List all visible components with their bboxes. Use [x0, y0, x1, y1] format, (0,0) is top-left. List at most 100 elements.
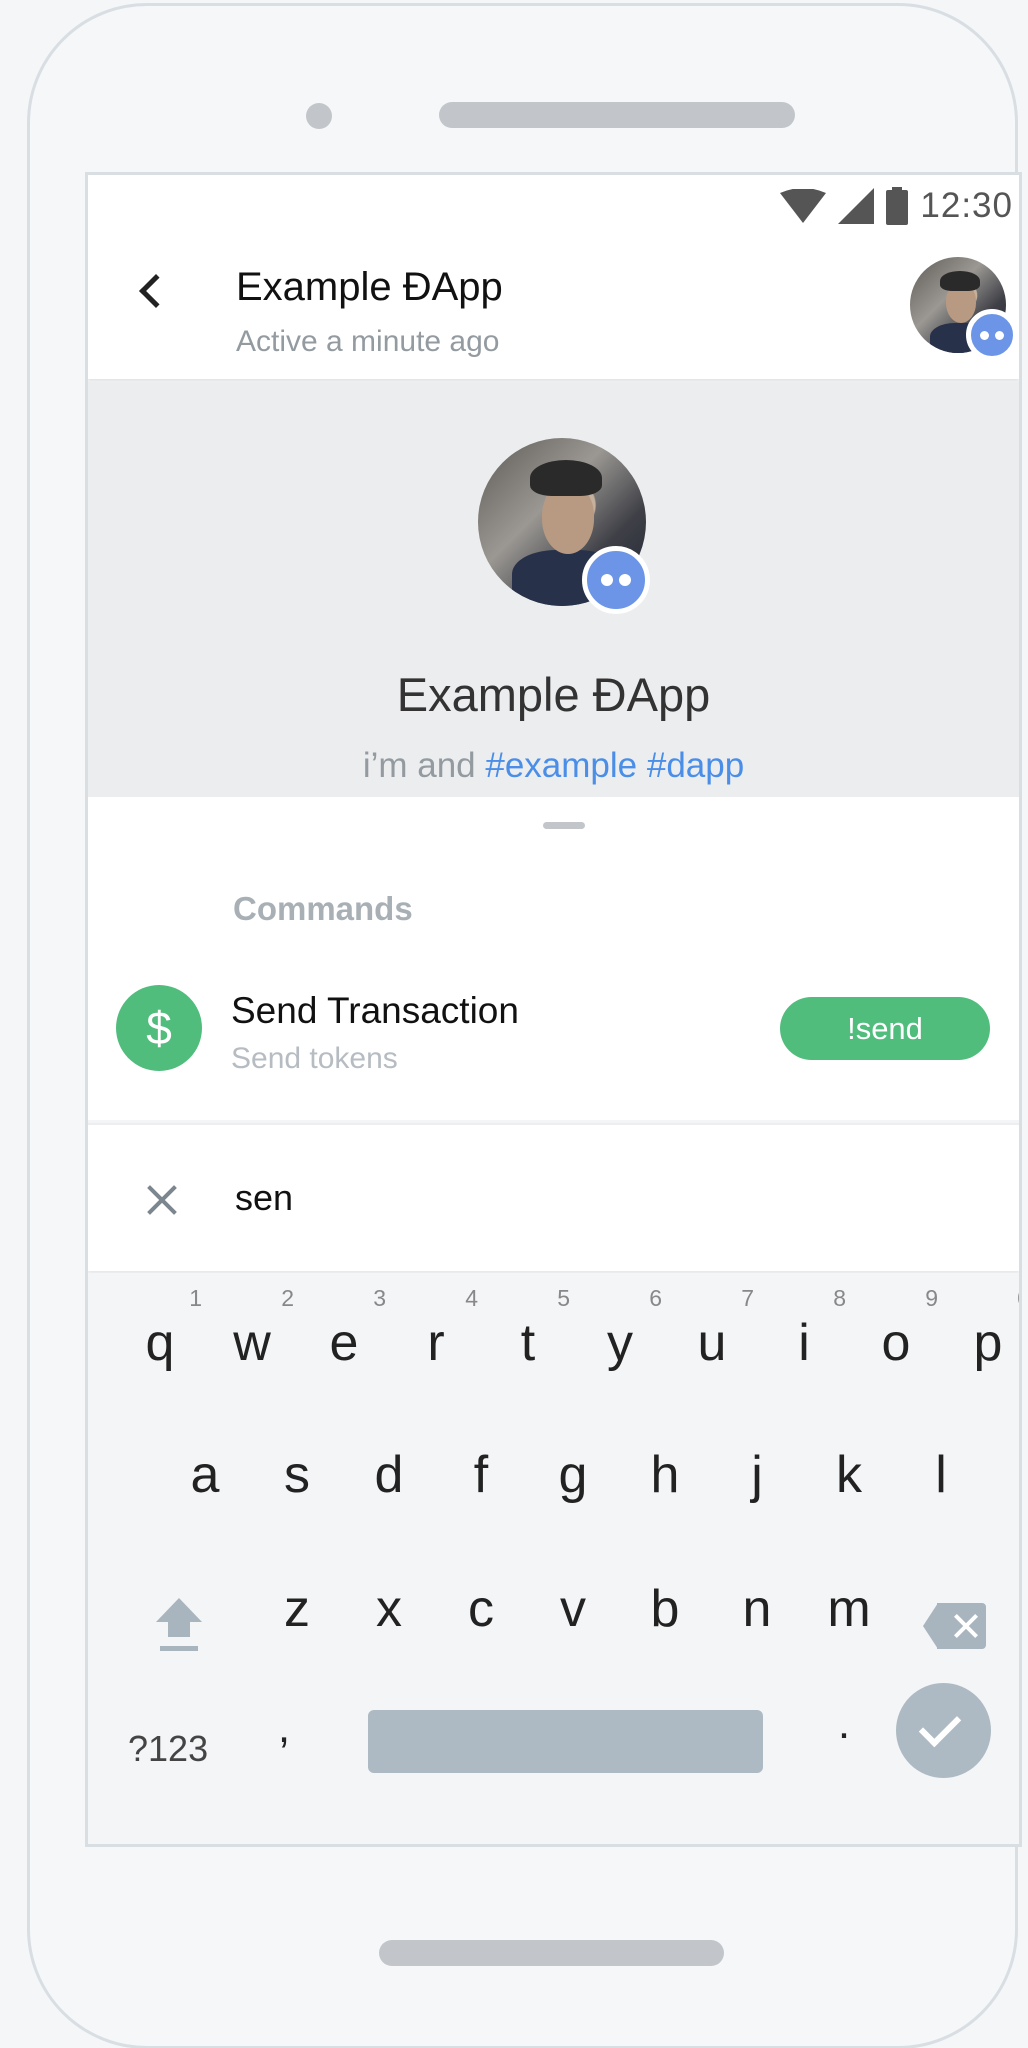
- close-icon[interactable]: [145, 1183, 179, 1217]
- wifi-icon: [780, 189, 827, 223]
- key-r[interactable]: r4: [390, 1285, 482, 1373]
- profile-name: Example ĐApp: [396, 668, 711, 721]
- key-k[interactable]: k: [803, 1445, 895, 1505]
- screen: 12:30 Example ĐApp Active a minute ago E…: [85, 172, 1022, 1847]
- front-camera: [306, 103, 332, 129]
- keyboard: q1w2e3r4t5y6u7i8o9p0 asdfghjkl zxcvbnm ?…: [88, 1273, 1019, 1844]
- key-z[interactable]: z: [251, 1579, 343, 1639]
- key-label: z: [284, 1580, 310, 1638]
- key-label: j: [751, 1446, 763, 1504]
- signal-icon: [838, 188, 875, 224]
- key-f[interactable]: f: [435, 1445, 527, 1505]
- key-label: l: [935, 1446, 947, 1504]
- command-send-button[interactable]: !send: [780, 997, 990, 1060]
- key-y[interactable]: y6: [574, 1285, 666, 1373]
- sheet-drag-handle[interactable]: [543, 822, 585, 829]
- key-b[interactable]: b: [619, 1579, 711, 1639]
- dapp-badge-icon: [582, 546, 650, 614]
- chat-input-row: [88, 1123, 1019, 1271]
- period-key[interactable]: .: [798, 1699, 890, 1749]
- key-j[interactable]: j: [711, 1445, 803, 1505]
- commands-sheet: Commands $ Send Transaction Send tokens …: [88, 797, 1019, 1120]
- key-label: s: [284, 1446, 310, 1504]
- status-bar: 12:30: [780, 181, 1013, 231]
- symbols-key[interactable]: ?123: [128, 1728, 208, 1770]
- phone-frame: 12:30 Example ĐApp Active a minute ago E…: [27, 3, 1022, 2048]
- key-number-hint: 3: [373, 1285, 386, 1311]
- key-label: w: [233, 1314, 271, 1372]
- key-label: v: [560, 1580, 586, 1638]
- key-number-hint: 5: [557, 1285, 570, 1311]
- key-o[interactable]: o9: [850, 1285, 942, 1373]
- key-label: i: [798, 1314, 810, 1372]
- key-label: e: [329, 1314, 359, 1372]
- key-label: y: [607, 1314, 633, 1372]
- key-number-hint: 9: [925, 1285, 938, 1311]
- space-key[interactable]: [368, 1710, 763, 1773]
- key-p[interactable]: p0: [942, 1285, 1019, 1373]
- key-label: q: [145, 1314, 175, 1372]
- key-label: k: [836, 1446, 862, 1504]
- key-t[interactable]: t5: [482, 1285, 574, 1373]
- profile-avatar: [478, 438, 650, 614]
- key-label: f: [473, 1446, 489, 1504]
- chat-status: Active a minute ago: [236, 325, 500, 358]
- key-e[interactable]: e3: [298, 1285, 390, 1373]
- command-title: Send Transaction: [231, 990, 519, 1031]
- back-arrow-icon[interactable]: [139, 274, 173, 308]
- key-l[interactable]: l: [895, 1445, 987, 1505]
- key-number-hint: 0: [1017, 1285, 1019, 1312]
- commands-section-label: Commands: [233, 890, 413, 927]
- key-label: d: [374, 1446, 404, 1504]
- top-bar: 12:30 Example ĐApp Active a minute ago: [88, 175, 1019, 379]
- key-number-hint: 4: [465, 1285, 478, 1311]
- dollar-icon: $: [116, 985, 202, 1071]
- key-label: c: [468, 1580, 494, 1638]
- key-label: p: [973, 1314, 1003, 1372]
- key-s[interactable]: s: [251, 1445, 343, 1505]
- key-x[interactable]: x: [343, 1579, 435, 1639]
- shift-key-icon[interactable]: [156, 1598, 202, 1656]
- check-icon[interactable]: [896, 1683, 991, 1778]
- key-label: n: [742, 1580, 772, 1638]
- key-label: x: [376, 1580, 402, 1638]
- key-d[interactable]: d: [343, 1445, 435, 1505]
- key-w[interactable]: w2: [206, 1285, 298, 1373]
- home-indicator: [379, 1940, 724, 1966]
- key-number-hint: 2: [281, 1285, 294, 1311]
- key-number-hint: 8: [833, 1285, 846, 1311]
- bio-text: i’m and: [362, 746, 486, 785]
- chat-title: Example ĐApp: [236, 265, 503, 309]
- key-label: u: [697, 1314, 727, 1372]
- dapp-badge-icon: [966, 309, 1018, 361]
- backspace-key-icon[interactable]: [923, 1603, 986, 1649]
- key-label: b: [650, 1580, 680, 1638]
- profile-section: Example ĐApp i’m and #example #dapp: [88, 382, 1019, 797]
- key-g[interactable]: g: [527, 1445, 619, 1505]
- key-label: t: [520, 1314, 536, 1372]
- key-u[interactable]: u7: [666, 1285, 758, 1373]
- command-description: Send tokens: [231, 1042, 398, 1075]
- earpiece-speaker: [439, 102, 795, 128]
- key-c[interactable]: c: [435, 1579, 527, 1639]
- key-label: h: [650, 1446, 680, 1504]
- key-a[interactable]: a: [159, 1445, 251, 1505]
- key-label: m: [827, 1580, 871, 1638]
- key-i[interactable]: i8: [758, 1285, 850, 1373]
- key-v[interactable]: v: [527, 1579, 619, 1639]
- key-h[interactable]: h: [619, 1445, 711, 1505]
- key-label: r: [427, 1314, 445, 1372]
- message-input[interactable]: [235, 1177, 935, 1219]
- header-avatar[interactable]: [910, 257, 1018, 361]
- key-number-hint: 7: [741, 1285, 754, 1311]
- key-q[interactable]: q1: [114, 1285, 206, 1373]
- key-label: a: [190, 1446, 220, 1504]
- key-number-hint: 6: [649, 1285, 662, 1311]
- comma-key[interactable]: ,: [238, 1703, 330, 1753]
- profile-bio: i’m and #example #dapp: [88, 746, 1019, 786]
- bio-hashtags[interactable]: #example #dapp: [485, 746, 744, 785]
- key-n[interactable]: n: [711, 1579, 803, 1639]
- key-number-hint: 1: [189, 1285, 202, 1311]
- key-label: g: [558, 1446, 588, 1504]
- key-m[interactable]: m: [803, 1579, 895, 1639]
